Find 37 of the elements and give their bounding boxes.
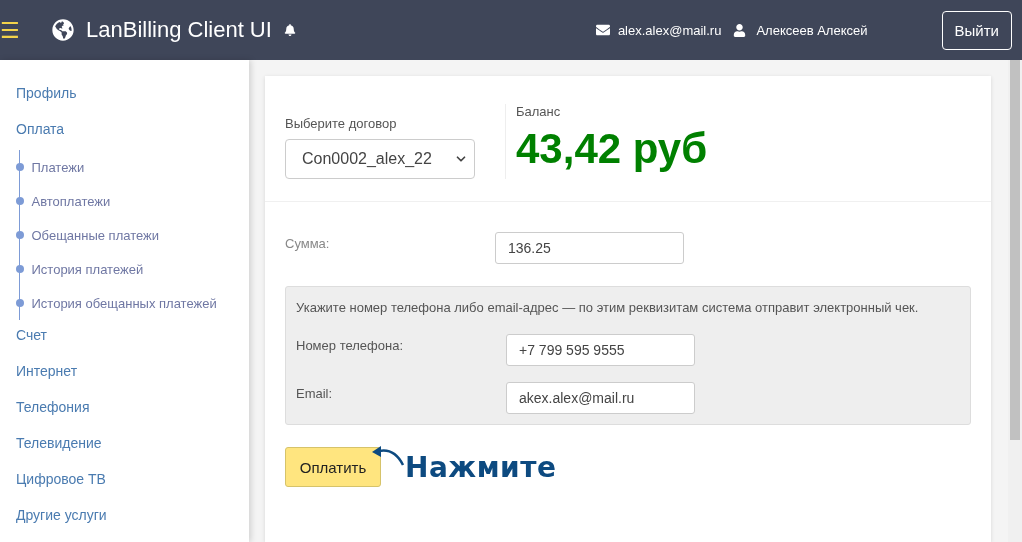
arrow-icon (371, 445, 405, 467)
input-field[interactable]: +7 799 595 9555 (506, 334, 695, 366)
bell-icon[interactable] (283, 24, 296, 36)
contract-select[interactable]: Con0002_alex_22 (285, 139, 475, 179)
sidebar-subitem[interactable]: Автоплатежи (31, 193, 111, 209)
globe-icon (52, 19, 74, 41)
receipt-note: Укажите номер телефона либо email-адрес — по этим реквизитам система отправит электронный чек. (296, 299, 920, 317)
sidebar-item[interactable]: Счет (0, 324, 249, 360)
user-icon (733, 23, 747, 37)
amount-label: Сумма: (285, 235, 331, 251)
envelope-icon (595, 23, 610, 37)
sidebar-item[interactable]: Телефония (0, 396, 249, 432)
pay-button[interactable]: Оплатить (285, 447, 381, 487)
balance-value: 43,42 руб (516, 125, 708, 173)
input-field[interactable]: akex.alex@mail.ru (506, 382, 695, 414)
sidebar-subitem[interactable]: История обещанных платежей (31, 295, 217, 311)
user-name: Алексеев Алексей (756, 22, 868, 38)
contract-label: Выберите договор (285, 116, 398, 131)
sidebar-subitem[interactable]: История платежей (31, 261, 144, 277)
sidebar-item[interactable]: Цифровое ТВ (0, 468, 249, 504)
sidebar-item[interactable]: Интернет (0, 360, 249, 396)
sidebar-item[interactable]: Другие услуги (0, 504, 249, 540)
logout-button[interactable]: Выйти (941, 10, 1012, 50)
field-label: Номер телефона: (296, 337, 404, 353)
sidebar-subitem[interactable]: Обещанные платежи (31, 227, 160, 243)
user-email: alex.alex@mail.ru (617, 22, 722, 38)
amount-field[interactable]: 136.25 (495, 232, 684, 264)
menu-icon[interactable]: ☰ (0, 17, 22, 43)
balance-label: Баланс (516, 104, 562, 119)
app-title: LanBilling Client UI (86, 17, 272, 43)
sidebar-subitem[interactable]: Платежи (31, 159, 85, 175)
field-label: Email: (296, 385, 334, 401)
sidebar-item[interactable]: Телевидение (0, 432, 249, 468)
hint-label: Нажмите (405, 450, 557, 484)
sidebar-item[interactable]: Оплата (0, 118, 249, 154)
sidebar-item[interactable]: Профиль (0, 82, 249, 118)
scrollbar-thumb[interactable] (1010, 60, 1020, 440)
